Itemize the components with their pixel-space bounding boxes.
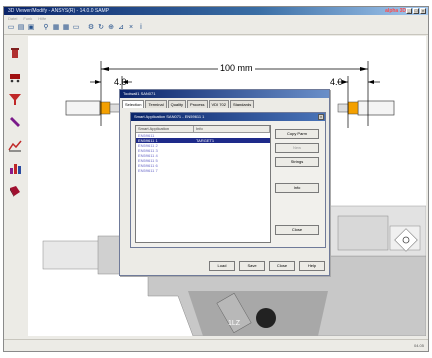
- save-icon[interactable]: ▣: [27, 24, 35, 32]
- window-controls: _ □ ×: [406, 8, 426, 14]
- help-button[interactable]: Help: [299, 261, 325, 271]
- tab-terminal[interactable]: Terminal: [145, 100, 167, 108]
- cart-icon: [10, 74, 20, 83]
- status-text: 04.05: [413, 343, 424, 348]
- book-button[interactable]: [7, 183, 23, 199]
- save-button[interactable]: Save: [239, 261, 265, 271]
- monitor-icon[interactable]: ▭: [72, 24, 80, 32]
- list-item[interactable]: EN59611 7: [136, 168, 270, 173]
- column-header-info[interactable]: Info: [194, 126, 270, 132]
- trash-button[interactable]: [7, 45, 23, 61]
- info-icon[interactable]: ⅰ: [137, 24, 145, 32]
- list-item-name: EN59611 7: [138, 168, 158, 173]
- application-list[interactable]: Smart Application Info EN59611 EN59611 1…: [135, 125, 271, 243]
- tab-vdi-702[interactable]: VDI 702: [208, 100, 229, 108]
- toolbar: ▭ ▤ ▣ ⚲ ▦ ▦ ▭ ⚙ ↻ ⊕ ⊿ × ⅰ: [4, 22, 428, 35]
- cart-button[interactable]: [7, 68, 23, 84]
- window-title: 3D Viewer/Modify - ANSYS(R) - 14.0.0 SAM…: [8, 8, 110, 14]
- smart-application-dialog[interactable]: Smart Application SAN071 - EN59611 1 × S…: [130, 112, 326, 248]
- close-icon[interactable]: ×: [127, 24, 135, 32]
- title-bar[interactable]: 3D Viewer/Modify - ANSYS(R) - 14.0.0 SAM…: [4, 7, 428, 15]
- bar-chart-button[interactable]: [7, 160, 23, 176]
- settings-icon[interactable]: ⚙: [87, 24, 95, 32]
- copy-parm-button[interactable]: Copy Parm: [275, 129, 319, 139]
- new-icon[interactable]: ▭: [7, 24, 15, 32]
- status-bar: 04.05: [4, 339, 428, 351]
- smart-application-buttons: Copy Parm New Strings Info Close: [275, 129, 323, 239]
- dimension-left-label: 4.0: [114, 77, 127, 87]
- book-icon: [10, 186, 20, 197]
- maximize-button[interactable]: □: [413, 8, 419, 14]
- toolbar-separator: [82, 24, 85, 32]
- bar-chart-icon: [10, 164, 21, 174]
- grid-icon[interactable]: ▦: [62, 24, 70, 32]
- pencil-button[interactable]: [7, 114, 23, 130]
- funnel-icon: [9, 94, 21, 105]
- new-button[interactable]: New: [275, 143, 319, 153]
- menu-function[interactable]: Funk: [23, 16, 32, 21]
- info-button[interactable]: Info: [275, 183, 319, 193]
- menu-help[interactable]: Hilfe: [38, 16, 46, 21]
- toolwall-dialog-footer: Load Save Close Help: [209, 261, 325, 271]
- menu-file[interactable]: Datei: [8, 16, 17, 21]
- list-header: Smart Application Info: [136, 126, 270, 133]
- close-icon[interactable]: ×: [318, 114, 324, 120]
- trash-icon: [11, 48, 19, 58]
- list-item-info: [194, 168, 270, 173]
- tab-quality[interactable]: Quality: [167, 100, 187, 108]
- brand-logo: alpha 3D: [385, 8, 406, 14]
- menu-bar: Datei Funk Hilfe: [4, 15, 428, 22]
- chart-button[interactable]: [7, 137, 23, 153]
- minimize-button[interactable]: _: [406, 8, 412, 14]
- dimension-main-label: 100 mm: [218, 63, 255, 73]
- toolbar-separator: [37, 24, 40, 32]
- left-toolbar: [4, 43, 26, 203]
- dimension-right-label: 4.0: [330, 77, 343, 87]
- tab-standards[interactable]: Standards: [229, 100, 255, 108]
- load-button[interactable]: Load: [209, 261, 235, 271]
- part-label: 1LZ: [228, 320, 241, 327]
- copy-icon[interactable]: ▦: [52, 24, 60, 32]
- measure-icon[interactable]: ⊿: [117, 24, 125, 32]
- close-window-button[interactable]: ×: [420, 8, 426, 14]
- filter-icon[interactable]: ⚲: [42, 24, 50, 32]
- funnel-button[interactable]: [7, 91, 23, 107]
- close-dialog-button[interactable]: Close: [269, 261, 295, 271]
- pencil-icon: [10, 117, 20, 127]
- strings-button[interactable]: Strings: [275, 157, 319, 167]
- close-inner-button[interactable]: Close: [275, 225, 319, 235]
- zoom-icon[interactable]: ⊕: [107, 24, 115, 32]
- chart-icon: [8, 140, 22, 152]
- tab-process[interactable]: Process: [187, 100, 208, 108]
- smart-application-title[interactable]: Smart Application SAN071 - EN59611 1: [131, 113, 325, 121]
- open-icon[interactable]: ▤: [17, 24, 25, 32]
- toolwall-dialog-title[interactable]: Toolwall1 SAN071: [120, 90, 329, 98]
- column-header-application[interactable]: Smart Application: [136, 126, 194, 132]
- tab-selection[interactable]: Selection: [122, 100, 145, 108]
- rotate-icon[interactable]: ↻: [97, 24, 105, 32]
- tab-bar: Selection Terminal Quality Process VDI 7…: [120, 98, 329, 108]
